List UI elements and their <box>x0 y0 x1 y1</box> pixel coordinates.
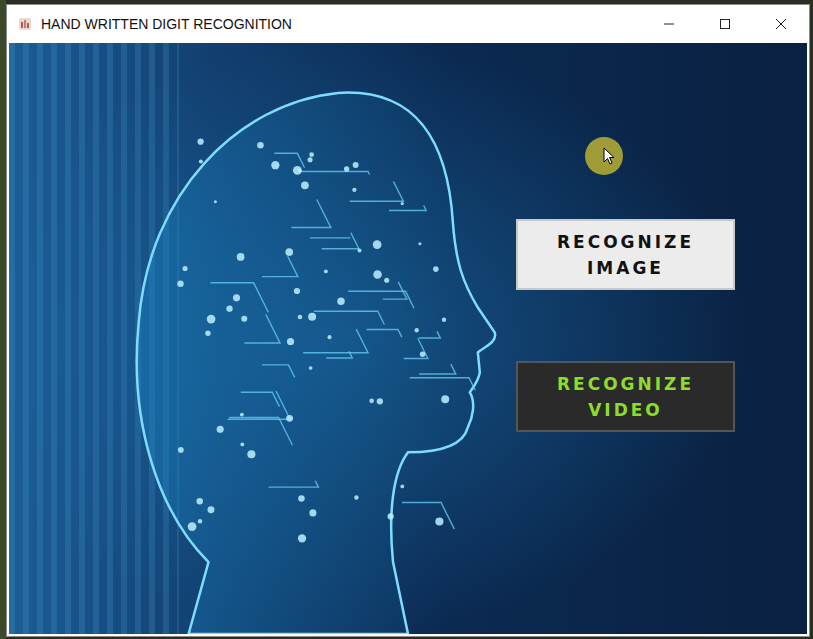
recognize-button[interactable]: RECOGNIZEVIDEO <box>516 361 735 432</box>
recognize-button[interactable]: RECOGNIZEIMAGE <box>516 219 735 290</box>
ai-head-picture <box>9 43 807 634</box>
title-bar: HAND WRITTEN DIGIT RECOGNITION <box>7 5 809 43</box>
maximize-icon <box>719 18 731 30</box>
desktop: HAND WRITTEN DIGIT RECOGNITION RECOGNIZE… <box>0 0 813 639</box>
main-panel: RECOGNIZEIMAGE RECOGNIZEVIDEO <box>9 43 807 634</box>
close-icon <box>775 18 787 30</box>
app-logo-icon <box>17 16 33 32</box>
minimize-button[interactable] <box>641 5 697 43</box>
close-button[interactable] <box>753 5 809 43</box>
window-title: HAND WRITTEN DIGIT RECOGNITION <box>41 16 641 32</box>
minimize-icon <box>663 18 675 30</box>
app-window: HAND WRITTEN DIGIT RECOGNITION RECOGNIZE… <box>6 4 810 637</box>
mouse-cursor-icon <box>585 137 623 175</box>
maximize-button[interactable] <box>697 5 753 43</box>
